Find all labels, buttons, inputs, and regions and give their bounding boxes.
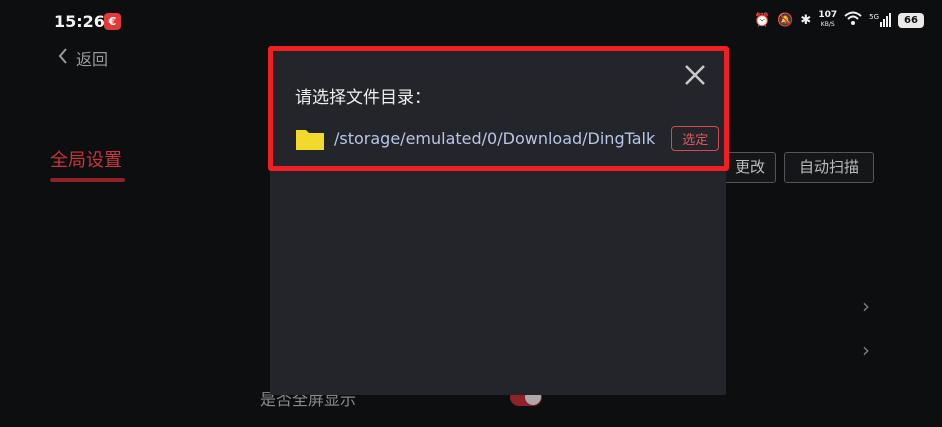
chevron-right-icon[interactable]: ›: [862, 294, 870, 318]
mute-icon: 🔕: [777, 12, 794, 28]
sidebar-active-indicator: [50, 178, 125, 182]
chevron-right-icon[interactable]: ›: [862, 338, 870, 362]
auto-scan-button[interactable]: 自动扫描: [784, 152, 874, 183]
alarm-icon: ⏰: [754, 12, 771, 28]
battery-indicator: 66: [898, 12, 924, 28]
status-bar: 15:26 € ⏰ 🔕 ✱ 107 KB/S 5G 66: [0, 0, 942, 42]
sidebar-item-global-settings[interactable]: 全局设置: [50, 146, 122, 172]
change-button[interactable]: 更改: [724, 152, 776, 183]
bluetooth-icon: ✱: [800, 12, 812, 28]
system-icons: ⏰ 🔕 ✱ 107 KB/S 5G 66: [754, 11, 924, 29]
app-notification-icon: €: [104, 13, 121, 30]
network-speed: 107 KB/S: [818, 10, 838, 29]
wifi-icon: [844, 11, 862, 29]
back-label: 返回: [76, 50, 109, 69]
back-button[interactable]: 返回: [58, 46, 108, 70]
highlight-box: [268, 46, 729, 171]
signal-icon: 5G: [869, 13, 891, 27]
chevron-left-icon: [58, 48, 68, 68]
status-time: 15:26: [54, 12, 105, 31]
